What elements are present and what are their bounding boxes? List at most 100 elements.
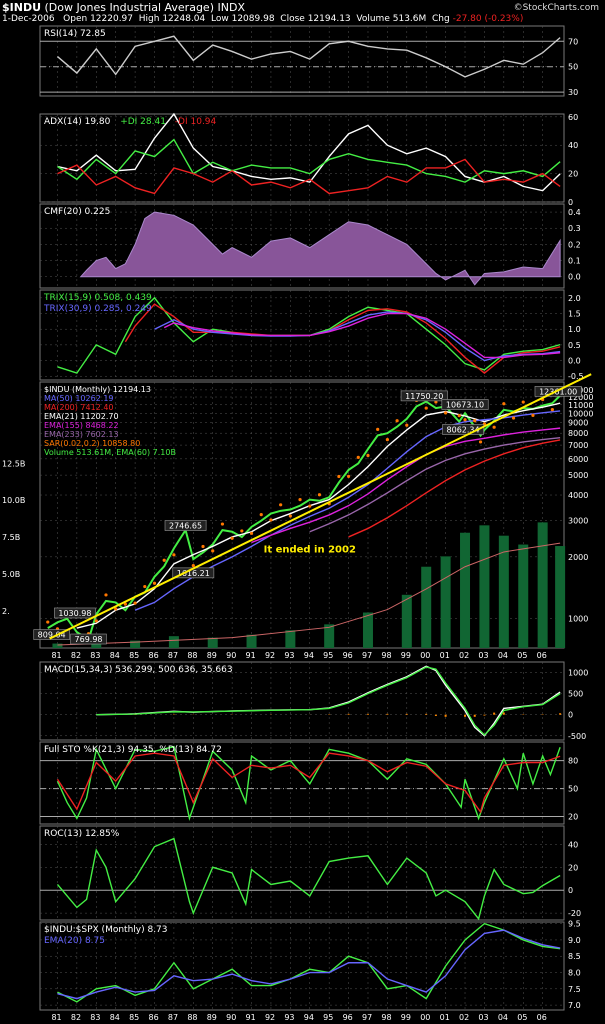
x-tick-label: 83: [90, 651, 100, 660]
x-tick-label: 89: [207, 651, 217, 660]
x-tick-label: 90: [226, 1013, 236, 1022]
volume-bar: [537, 522, 548, 648]
chart-note: It ended in 2002: [264, 545, 356, 556]
x-tick-label: 86: [149, 1013, 159, 1022]
sar-dot: [337, 474, 341, 479]
x-tick-label: 81: [51, 1013, 61, 1022]
price-annotation: 1030.98: [58, 609, 91, 618]
trendline: [49, 373, 592, 640]
sar-dot: [502, 402, 506, 406]
volume-tick-label: 5.0B: [2, 570, 20, 579]
y-tick-label: 11000: [568, 401, 593, 410]
y-tick-label: 9.5: [568, 920, 581, 929]
panel-frame: [39, 25, 565, 97]
sar-dot: [279, 503, 283, 507]
series-line-ma-50-: [134, 410, 561, 611]
sar-dot: [405, 423, 409, 427]
y-tick-label: 0.5: [568, 341, 581, 350]
x-tick-label: 97: [362, 1013, 372, 1022]
sar-dot: [143, 584, 147, 589]
y-tick-label: 7000: [568, 441, 588, 450]
x-tick-label: 98: [381, 651, 391, 660]
volume-tick-label: 12.5B: [2, 459, 25, 468]
x-tick-label: 94: [304, 1013, 314, 1022]
x-tick-label: 97: [362, 651, 372, 660]
macd-histogram-bar: [386, 713, 389, 715]
sar-dot: [201, 544, 205, 549]
panel-rsi: 30 50 70 RSI(14) 72.85: [39, 25, 578, 97]
sar-dot: [424, 406, 428, 410]
x-tick-label: 86: [149, 651, 159, 660]
sar-dot: [346, 474, 351, 478]
legend-entry: MACD(15,34,3) 536.299, 500.636, 35.663: [44, 665, 233, 675]
y-tick-label: 4000: [568, 491, 588, 500]
x-tick-label: 00: [420, 651, 430, 660]
y-tick-label: 10000: [568, 409, 593, 418]
series-line-2: [57, 158, 561, 195]
x-tick-label: 96: [343, 651, 353, 660]
volume-tick-label: 2.: [2, 607, 10, 616]
sar-dot: [162, 558, 166, 562]
x-tick-label: 82: [71, 651, 81, 660]
sar-dot: [376, 427, 380, 432]
x-tick-label: 95: [323, 1013, 333, 1022]
x-tick-label: 06: [537, 1013, 547, 1022]
panel-frame: [39, 113, 565, 203]
legend-entry: $INDU (Monthly) 12194.13: [44, 385, 151, 394]
y-tick-label: 70: [568, 37, 578, 46]
x-tick-label: 04: [498, 651, 508, 660]
x-tick-label: 94: [304, 651, 314, 660]
y-tick-label: -500: [568, 732, 586, 741]
panel-adx: 0 20 40 60 ADX(14) 19.80 +DI 28.41 -DI 10.94: [39, 112, 578, 207]
price-annotation: 769.98: [75, 635, 103, 644]
macd-histogram-bar: [425, 713, 428, 715]
volume-bar: [246, 634, 257, 648]
sar-dot: [104, 593, 108, 597]
sar-dot: [366, 453, 370, 458]
volume-tick-label: 7.5B: [2, 533, 20, 542]
panel-price: 1000 2000 3000 4000 5000 6000 7000 800090001000…: [2, 381, 593, 649]
sar-dot: [298, 498, 302, 502]
x-tick-label: 82: [71, 1013, 81, 1022]
x-tick-label: 92: [265, 651, 275, 660]
y-tick-label: 80: [568, 757, 578, 766]
sar-dot: [395, 419, 399, 423]
x-tick-label: 87: [168, 651, 178, 660]
price-annotation: 11750.20: [405, 392, 443, 401]
legend-entry: Full STO %K(21,3) 94.35, %D(13) 84.72: [44, 745, 222, 755]
panel-ratio: 7.0 7.5 8.0 8.5 9.0 9.5 $INDU:$SPX (Monthly) 8…: [39, 920, 581, 1011]
legend-entry: MA(200) 7412.40: [44, 403, 114, 412]
sar-dot: [172, 553, 176, 557]
x-tick-label: 98: [381, 1013, 391, 1022]
sar-dot: [152, 581, 157, 585]
volume-bar: [401, 594, 412, 648]
legend-entry: SAR(0.02,0.2) 10858.80: [44, 439, 140, 448]
sar-dot: [492, 425, 496, 429]
y-tick-label: 9.0: [568, 936, 581, 945]
y-tick-label: 50: [568, 785, 578, 794]
series-line-2: [154, 311, 561, 362]
macd-histogram-bar: [483, 714, 486, 716]
legend-entry: Volume 513.61M, EMA(60) 7.10B: [44, 448, 176, 457]
y-tick-label: 40: [568, 840, 578, 849]
x-tick-label: 84: [110, 1013, 120, 1022]
y-tick-label: 6000: [568, 455, 588, 464]
x-tick-label: 05: [517, 1013, 527, 1022]
y-tick-label: 50: [568, 63, 578, 72]
y-tick-label: 1.5: [568, 310, 581, 319]
x-tick-label: 95: [323, 651, 333, 660]
y-tick-label: 0.1: [568, 257, 581, 266]
macd-histogram-bar: [347, 713, 350, 715]
y-tick-label: 2.0: [568, 294, 581, 303]
x-tick-label: 92: [265, 1013, 275, 1022]
x-tick-label: 93: [284, 1013, 294, 1022]
sar-dot: [191, 563, 195, 568]
panel-macd: -500 0 500 1000 MACD(15,34,3) 536.299, 500.6…: [39, 661, 588, 741]
sar-dot: [269, 518, 273, 522]
volume-bar: [518, 544, 529, 648]
y-tick-label: 8.0: [568, 969, 581, 978]
y-tick-label: 8.5: [568, 952, 581, 961]
y-tick-label: 40: [568, 141, 578, 150]
x-tick-label: 99: [401, 1013, 411, 1022]
sar-dot: [385, 438, 389, 442]
